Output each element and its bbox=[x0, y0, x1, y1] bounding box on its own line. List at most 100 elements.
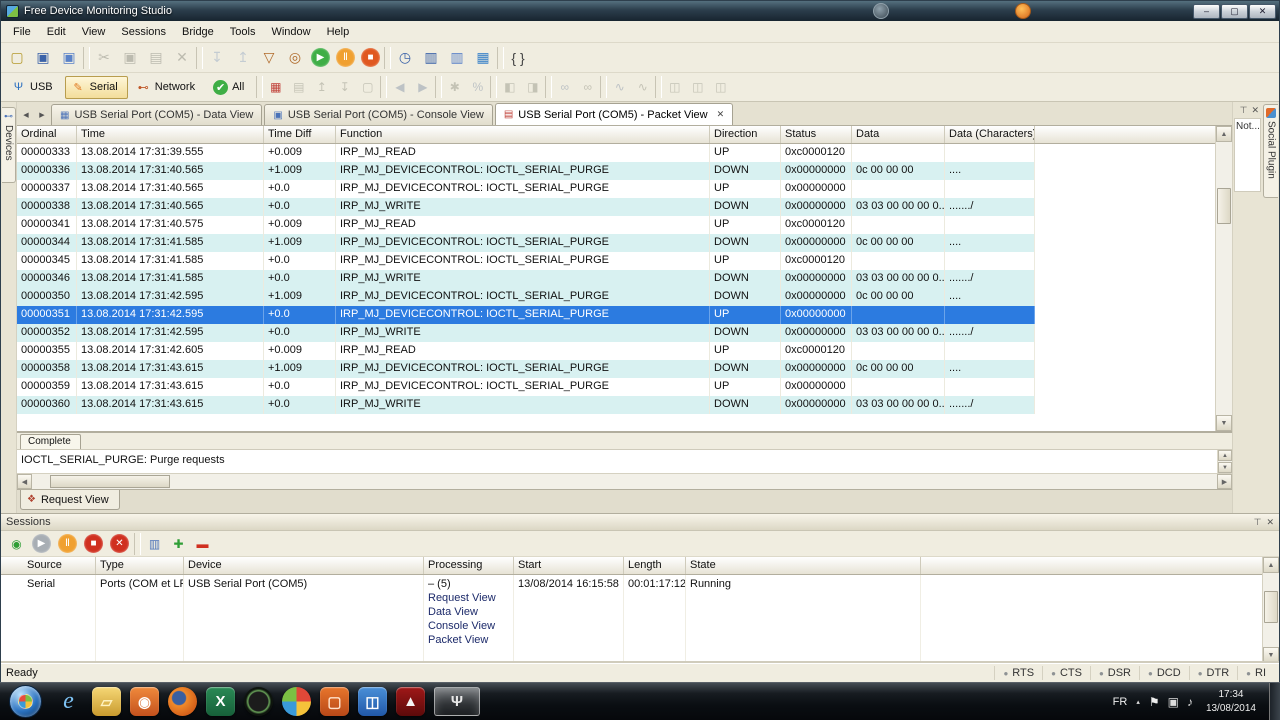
add-session-icon[interactable]: ✚ bbox=[168, 533, 189, 554]
menu-tools[interactable]: Tools bbox=[222, 23, 264, 41]
scroll-up-icon[interactable]: ▲ bbox=[1218, 450, 1232, 461]
scroll-thumb[interactable] bbox=[1264, 591, 1278, 623]
import-icon[interactable]: ↥ bbox=[231, 46, 255, 70]
packet-row[interactable]: 00000338 13.08.2014 17:31:40.565 +0.0 IR… bbox=[17, 198, 1215, 216]
tab-console-view[interactable]: ▣ USB Serial Port (COM5) - Console View bbox=[264, 104, 493, 125]
packet-row[interactable]: 00000352 13.08.2014 17:31:42.595 +0.0 IR… bbox=[17, 324, 1215, 342]
column-header[interactable]: Device bbox=[184, 557, 424, 574]
processing-view-link[interactable]: Console View bbox=[428, 619, 509, 633]
taskbar-office-app[interactable]: ▢ bbox=[320, 687, 349, 716]
sessions-close-icon[interactable]: ✕ bbox=[1266, 517, 1274, 528]
taskbar-firefox[interactable] bbox=[168, 687, 197, 716]
cut-icon[interactable]: ✂ bbox=[92, 46, 116, 70]
taskbar-usb-monitor[interactable]: Ψ bbox=[434, 687, 480, 716]
window-view-icon[interactable]: ▥ bbox=[419, 46, 443, 70]
processing-count[interactable]: – (5) bbox=[428, 578, 509, 590]
column-header[interactable]: Start bbox=[514, 557, 624, 574]
scroll-thumb[interactable] bbox=[50, 475, 170, 488]
show-desktop-button[interactable] bbox=[1269, 682, 1280, 720]
taskbar-media-player[interactable]: ◉ bbox=[130, 687, 159, 716]
all-button[interactable]: ✔ All bbox=[207, 76, 254, 99]
details-icon[interactable]: ▢ bbox=[357, 77, 378, 98]
column-header[interactable]: Time bbox=[77, 126, 264, 143]
scroll-track[interactable] bbox=[32, 474, 1217, 489]
title-bar[interactable]: Free Device Monitoring Studio – ▢ ✕ bbox=[1, 1, 1279, 21]
packet-row[interactable]: 00000358 13.08.2014 17:31:43.615 +1.009 … bbox=[17, 360, 1215, 378]
tab-packet-view[interactable]: ▤ USB Serial Port (COM5) - Packet View ✕ bbox=[494, 103, 734, 125]
unlink-icon[interactable]: ∞ bbox=[577, 77, 598, 98]
menu-bridge[interactable]: Bridge bbox=[174, 23, 222, 41]
close-button[interactable]: ✕ bbox=[1249, 3, 1276, 19]
scroll-up-icon[interactable]: ▲ bbox=[1263, 557, 1279, 573]
export-icon[interactable]: ↧ bbox=[205, 46, 229, 70]
packet-list-icon[interactable]: ▦ bbox=[265, 77, 286, 98]
export-data-icon[interactable]: ◫ bbox=[664, 77, 685, 98]
statistics2-icon[interactable]: % bbox=[467, 77, 488, 98]
column-header[interactable]: Ordinal bbox=[17, 126, 77, 143]
column-header[interactable]: Function bbox=[336, 126, 710, 143]
devices-collapsed-tab[interactable]: ⊷ Devices bbox=[2, 107, 16, 183]
tab-data-view[interactable]: ▦ USB Serial Port (COM5) - Data View bbox=[51, 104, 263, 125]
tab-scroll-left-icon[interactable]: ◀ bbox=[19, 107, 33, 123]
usb-button[interactable]: Ψ USB bbox=[5, 76, 63, 99]
start-monitoring-icon[interactable]: ▶ bbox=[311, 48, 330, 67]
menu-sessions[interactable]: Sessions bbox=[113, 23, 174, 41]
network-button[interactable]: ⊷ Network bbox=[130, 76, 205, 99]
taskbar-internet-explorer[interactable]: e bbox=[54, 687, 83, 716]
scroll-right-icon[interactable]: ▶ bbox=[1217, 474, 1232, 489]
scroll-down-icon[interactable]: ▼ bbox=[1218, 462, 1232, 473]
filter-icon[interactable]: ▽ bbox=[257, 46, 281, 70]
graph2-icon[interactable]: ∿ bbox=[632, 77, 653, 98]
menu-view[interactable]: View bbox=[74, 23, 114, 41]
hidden-icons-chevron[interactable]: ▴ bbox=[1136, 698, 1140, 706]
braces-icon[interactable]: { } bbox=[506, 46, 530, 70]
export-report-icon[interactable]: ◫ bbox=[710, 77, 731, 98]
packet-row[interactable]: 00000344 13.08.2014 17:31:41.585 +1.009 … bbox=[17, 234, 1215, 252]
new-session-icon[interactable]: ◉ bbox=[6, 533, 27, 554]
clock[interactable]: 17:34 13/08/2014 bbox=[1202, 688, 1260, 715]
social-plugin-collapsed-tab[interactable]: Social Plugin bbox=[1263, 104, 1278, 198]
session-row[interactable]: Serial Ports (COM et LPT) USB Serial Por… bbox=[1, 575, 1262, 663]
packet-row[interactable]: 00000345 13.08.2014 17:31:41.585 +0.0 IR… bbox=[17, 252, 1215, 270]
start-session-icon[interactable]: ▶ bbox=[32, 534, 51, 553]
detail-tab-complete[interactable]: Complete bbox=[20, 434, 81, 449]
packet-row[interactable]: 00000333 13.08.2014 17:31:39.555 +0.009 … bbox=[17, 144, 1215, 162]
packet-row[interactable]: 00000337 13.08.2014 17:31:40.565 +0.0 IR… bbox=[17, 180, 1215, 198]
close-session-icon[interactable]: ✕ bbox=[110, 534, 129, 553]
tray-action-center-icon[interactable]: ⚑ bbox=[1149, 695, 1160, 709]
packet-row[interactable]: 00000346 13.08.2014 17:31:41.585 +0.0 IR… bbox=[17, 270, 1215, 288]
prev-packet-icon[interactable]: ◀ bbox=[389, 77, 410, 98]
column-header[interactable]: Time Diff bbox=[264, 126, 336, 143]
tray-network-icon[interactable]: ▣ bbox=[1168, 695, 1179, 709]
session-statistics-icon[interactable]: ▥ bbox=[144, 533, 165, 554]
scroll-down-icon[interactable]: ▼ bbox=[1216, 415, 1232, 431]
new-file-icon[interactable]: ▢ bbox=[5, 46, 29, 70]
scroll-left-icon[interactable]: ◀ bbox=[17, 474, 32, 489]
filter-setup-icon[interactable]: ✱ bbox=[444, 77, 465, 98]
menu-help[interactable]: Help bbox=[319, 23, 358, 41]
pause-session-icon[interactable]: Ⅱ bbox=[58, 534, 77, 553]
column-header[interactable]: Data (Characters) bbox=[945, 126, 1035, 143]
scroll-down-icon[interactable]: ▼ bbox=[1263, 647, 1279, 663]
packet-row[interactable]: 00000351 13.08.2014 17:31:42.595 +0.0 IR… bbox=[17, 306, 1215, 324]
taskbar-photo-viewer[interactable]: ◫ bbox=[358, 687, 387, 716]
packet-row[interactable]: 00000360 13.08.2014 17:31:43.615 +0.0 IR… bbox=[17, 396, 1215, 414]
column-header[interactable]: Data bbox=[852, 126, 945, 143]
minimize-button[interactable]: – bbox=[1193, 3, 1220, 19]
tab-close-icon[interactable]: ✕ bbox=[717, 109, 725, 120]
hotkeys-icon[interactable]: ◷ bbox=[393, 46, 417, 70]
stop-monitoring-icon[interactable]: ■ bbox=[361, 48, 380, 67]
column-header[interactable]: State bbox=[686, 557, 921, 574]
paste-icon[interactable]: ▤ bbox=[144, 46, 168, 70]
graph-icon[interactable]: ∿ bbox=[609, 77, 630, 98]
scroll-thumb[interactable] bbox=[1217, 188, 1231, 224]
scroll-track[interactable] bbox=[1216, 142, 1232, 415]
split-horizontal-icon[interactable]: ◧ bbox=[499, 77, 520, 98]
taskbar-excel[interactable]: X bbox=[206, 687, 235, 716]
taskbar-monitor-app[interactable] bbox=[244, 687, 273, 716]
tray-volume-icon[interactable]: ♪ bbox=[1187, 695, 1193, 709]
packet-row[interactable]: 00000359 13.08.2014 17:31:43.615 +0.0 IR… bbox=[17, 378, 1215, 396]
scroll-track[interactable] bbox=[1263, 573, 1279, 647]
column-header[interactable]: Status bbox=[781, 126, 852, 143]
statistics-icon[interactable]: ▦ bbox=[471, 46, 495, 70]
